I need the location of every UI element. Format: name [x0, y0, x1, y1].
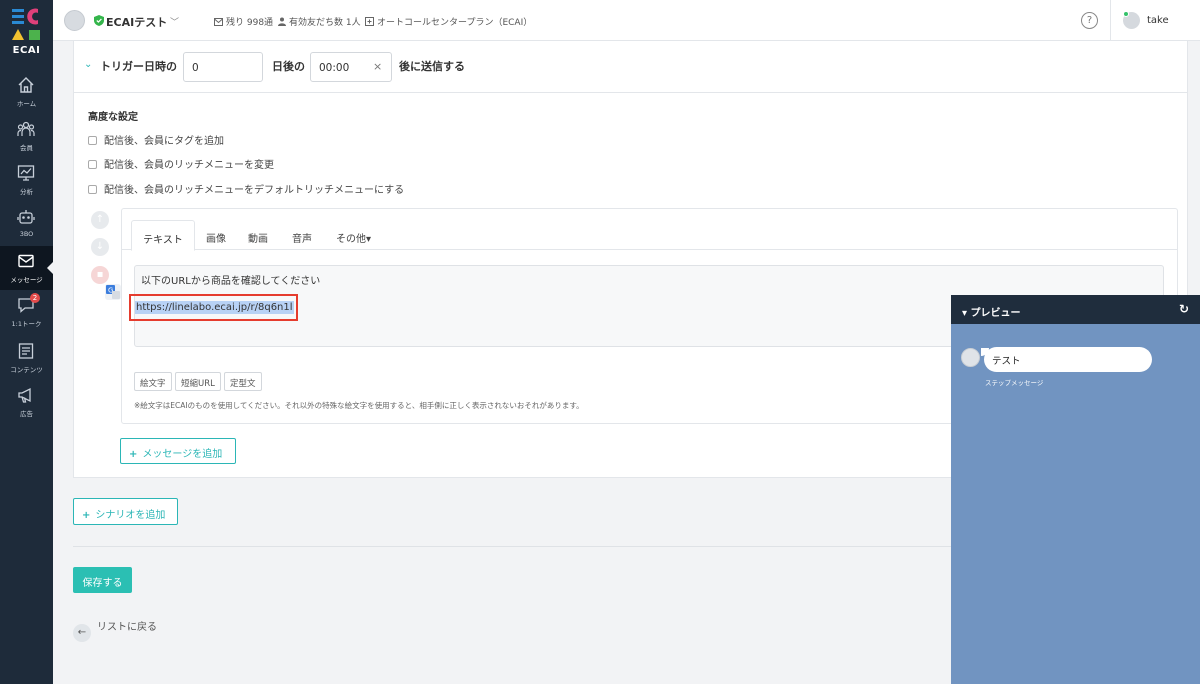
logo-text: ECAI [12, 45, 41, 56]
plan-icon [365, 17, 374, 26]
account-avatar[interactable] [64, 10, 85, 31]
tab-image[interactable]: 画像 [206, 220, 226, 251]
advanced-settings-title: 高度な設定 [88, 112, 138, 123]
message-type-tabs: テキスト 画像 動画 音声 その他▾ [122, 209, 1177, 251]
sidebar-item-label: 広告 [20, 410, 33, 418]
sidebar-item-label: ホーム [16, 100, 37, 108]
sidebar-item-members[interactable]: 会員 [0, 114, 53, 158]
refresh-icon[interactable]: ↻ [1179, 302, 1189, 316]
tab-other[interactable]: その他▾ [336, 220, 371, 251]
add-scenario-button[interactable]: + シナリオを追加 [73, 498, 178, 525]
preview-header[interactable]: ▾ プレビュー ↻ [951, 295, 1200, 324]
move-up-icon[interactable]: ↑ [91, 211, 109, 229]
option-change-richmenu[interactable]: 配信後、会員のリッチメニューを変更 [88, 156, 274, 171]
option-add-tag[interactable]: 配信後、会員にタグを追加 [88, 132, 224, 147]
emoji-button[interactable]: 絵文字 [134, 372, 172, 391]
trigger-label: トリガー日時の [100, 60, 177, 73]
friend-count: 有効友だち数 1人 [278, 15, 361, 28]
home-icon [18, 77, 34, 93]
plus-icon: + [129, 449, 138, 460]
clear-icon[interactable]: × [373, 60, 382, 73]
sidebar-item-label: 3BO [19, 230, 34, 238]
megaphone-icon [18, 387, 31, 403]
preview-title: ▾ プレビュー [962, 304, 1021, 319]
back-to-list-link[interactable]: ← リストに戻る [73, 618, 157, 642]
sidebar-item-label: 会員 [20, 144, 33, 152]
move-down-icon[interactable]: ↓ [91, 238, 109, 256]
chevron-down-icon[interactable]: ﹀ [170, 15, 179, 28]
back-label: リストに戻る [97, 622, 157, 633]
trash-icon[interactable]: ▪ [91, 266, 109, 284]
sidebar: ECAI ホーム 会員 分析 3BO メッセージ 2 1:1トーク コンテンツ … [0, 0, 54, 684]
arrow-left-icon: ← [73, 624, 91, 642]
chat-bubble: テスト [981, 347, 1152, 372]
sidebar-item-contents[interactable]: コンテンツ [0, 336, 53, 380]
logo-mark-icon [12, 8, 40, 40]
divider [1110, 0, 1111, 41]
friend-count-text: 有効友だち数 1人 [289, 18, 361, 28]
plan-info: オートコールセンタープラン（ECAI） [365, 15, 532, 28]
add-message-label: メッセージを追加 [142, 449, 223, 460]
members-icon [17, 121, 35, 136]
add-scenario-label: シナリオを追加 [95, 510, 166, 521]
option-label: 配信後、会員のリッチメニューをデフォルトリッチメニューにする [104, 185, 405, 196]
bubble-caption: ステップメッセージ [985, 379, 1044, 387]
user-name[interactable]: take [1147, 15, 1169, 26]
sidebar-item-label: コンテンツ [10, 366, 43, 374]
trigger-row: ⌄ トリガー日時の 0 日後の 00:00 × 後に送信する [74, 41, 1187, 93]
chart-icon [17, 165, 35, 181]
tab-text[interactable]: テキスト [131, 220, 195, 251]
checkbox[interactable] [88, 136, 97, 145]
plus-icon: + [82, 510, 91, 521]
account-name[interactable]: ECAIテスト [106, 14, 167, 30]
send-label: 後に送信する [399, 60, 465, 73]
emoji-note: ※絵文字はECAIのものを使用してください。それ以外の特殊な絵文字を使用すると、… [134, 401, 584, 410]
option-default-richmenu[interactable]: 配信後、会員のリッチメニューをデフォルトリッチメニューにする [88, 181, 404, 196]
template-button[interactable]: 定型文 [224, 372, 262, 391]
translate-icon[interactable]: G [105, 284, 121, 300]
add-message-button[interactable]: + メッセージを追加 [120, 438, 236, 464]
sidebar-item-3bo[interactable]: 3BO [0, 202, 53, 246]
option-label: 配信後、会員のリッチメニューを変更 [104, 160, 274, 171]
sidebar-item-message[interactable]: メッセージ [0, 246, 54, 290]
option-label: 配信後、会員にタグを追加 [104, 136, 224, 147]
preview-panel: ▾ プレビュー ↻ テスト ステップメッセージ [951, 295, 1200, 684]
plan-text: オートコールセンタープラン（ECAI） [377, 18, 533, 28]
content-icon [18, 343, 34, 359]
message-line: 以下のURLから商品を確認してください [141, 276, 321, 287]
highlighted-url-box: https://linelabo.ecai.jp/r/8q6n1l [129, 294, 298, 321]
days-input[interactable]: 0 [183, 52, 263, 82]
save-button[interactable]: 保存する [73, 567, 132, 593]
bot-avatar [961, 348, 980, 367]
mail-icon [214, 18, 223, 26]
sidebar-item-label: メッセージ [10, 276, 43, 284]
sidebar-item-ads[interactable]: 広告 [0, 380, 53, 424]
caret-down-icon: ▾ [962, 308, 971, 319]
help-icon[interactable]: ? [1081, 12, 1098, 29]
checkbox[interactable] [88, 160, 97, 169]
sidebar-item-home[interactable]: ホーム [0, 70, 53, 114]
remaining-text: 残り 998通 [226, 18, 274, 28]
shield-check-icon [94, 15, 104, 26]
days-label: 日後の [272, 60, 305, 73]
person-icon [278, 17, 286, 26]
sidebar-item-analytics[interactable]: 分析 [0, 158, 53, 202]
tab-video[interactable]: 動画 [248, 220, 268, 251]
short-url-button[interactable]: 短縮URL [175, 372, 221, 391]
selected-url[interactable]: https://linelabo.ecai.jp/r/8q6n1l [135, 301, 294, 314]
sidebar-item-talk[interactable]: 2 1:1トーク [0, 290, 53, 334]
tab-audio[interactable]: 音声 [292, 220, 312, 251]
top-bar: ECAIテスト ﹀ 残り 998通 有効友だち数 1人 オートコールセンタープラ… [53, 0, 1200, 41]
chevron-down-icon[interactable]: ⌄ [84, 59, 92, 70]
checkbox[interactable] [88, 185, 97, 194]
remaining-messages: 残り 998通 [214, 15, 273, 28]
preview-title-text: プレビュー [970, 308, 1021, 319]
envelope-icon [18, 254, 34, 268]
ecai-logo[interactable]: ECAI [0, 0, 53, 64]
online-status-icon [1123, 11, 1129, 17]
unread-badge: 2 [30, 293, 40, 303]
sidebar-item-label: 1:1トーク [11, 320, 42, 328]
robot-icon [17, 210, 35, 224]
sidebar-item-label: 分析 [20, 188, 33, 196]
